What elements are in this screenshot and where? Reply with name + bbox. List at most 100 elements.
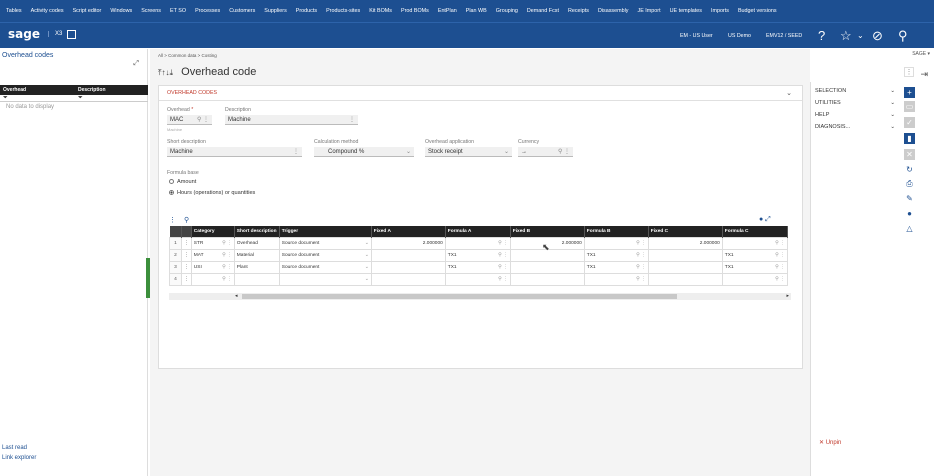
- cell-fc[interactable]: 2.000000: [647, 236, 723, 250]
- column-header[interactable]: Fixed B: [510, 226, 585, 237]
- cell-cat[interactable]: MAT ⚲ ⋮: [190, 248, 235, 262]
- last-read-link[interactable]: Last read: [2, 445, 27, 451]
- search-icon[interactable]: ⚲ ⋮: [222, 277, 232, 282]
- company-name[interactable]: US Demo: [728, 33, 751, 39]
- nav-item[interactable]: Disassembly: [598, 8, 629, 14]
- add-icon[interactable]: +: [904, 87, 915, 98]
- column-header[interactable]: Formula B: [584, 226, 649, 237]
- nav-item[interactable]: Activity codes: [31, 8, 64, 14]
- nav-item[interactable]: Receipts: [568, 8, 589, 14]
- sage-logo[interactable]: sage: [8, 27, 40, 41]
- nav-item[interactable]: Budget versions: [738, 8, 777, 14]
- nav-item[interactable]: UE templates: [670, 8, 702, 14]
- currency-field[interactable]: → ⚲ ⋮: [518, 147, 573, 157]
- search-icon[interactable]: ⚲ ⋮: [636, 241, 646, 246]
- overhead-app-select[interactable]: Stock receipt ⌄: [425, 147, 512, 157]
- exit-icon[interactable]: ⇥: [920, 69, 928, 80]
- print-icon[interactable]: ⎙: [904, 178, 915, 189]
- table-row[interactable]: 1 ⋮ STR ⚲ ⋮ Overhead Source document ⌄ 2.000000…: [169, 236, 788, 250]
- search-icon[interactable]: ⚲ ⋮: [197, 116, 209, 123]
- row-menu-icon[interactable]: ⋮: [181, 272, 192, 286]
- row-menu-icon[interactable]: ⋮: [181, 260, 192, 274]
- more-icon[interactable]: ⋮: [169, 217, 176, 224]
- cell-fa[interactable]: [370, 272, 446, 286]
- filter-icon[interactable]: ⏷: [78, 95, 83, 102]
- nav-item[interactable]: Tables: [6, 8, 22, 14]
- column-header[interactable]: Fixed A: [371, 226, 446, 237]
- row-menu-icon[interactable]: ⋮: [181, 236, 192, 250]
- scroll-left-icon[interactable]: ◂: [235, 293, 238, 299]
- short-description-field[interactable]: Machine ⋮: [167, 147, 302, 157]
- column-header[interactable]: Formula C: [722, 226, 788, 237]
- grid-options-icon[interactable]: ● ⤢: [759, 216, 771, 224]
- nav-item[interactable]: Kit BOMs: [369, 8, 392, 14]
- folder-name[interactable]: EMV12 / SEED: [766, 33, 802, 39]
- nav-item[interactable]: Plan WB: [466, 8, 487, 14]
- cell-short[interactable]: [233, 272, 280, 286]
- table-row[interactable]: 3 ⋮ USI ⚲ ⋮ Plant Source document ⌄ TX1 ⚲ ⋮ TX1 ⚲ …: [169, 260, 788, 274]
- record-nav-arrows-icon[interactable]: ⤒↑↓⤓: [158, 68, 173, 77]
- calc-method-select[interactable]: Compound % ⌄: [314, 147, 414, 157]
- horizontal-scrollbar[interactable]: ◂ ▸: [169, 293, 791, 300]
- cell-fma[interactable]: TX1 ⚲ ⋮: [444, 260, 511, 274]
- chevron-down-icon[interactable]: ⌄: [365, 253, 369, 258]
- overhead-field[interactable]: MAC ⚲ ⋮: [167, 115, 212, 125]
- nav-item[interactable]: Prod BOMs: [401, 8, 429, 14]
- search-icon[interactable]: ⚲ ⋮: [222, 253, 232, 258]
- search-icon[interactable]: ⚲: [898, 29, 908, 42]
- search-icon[interactable]: ⚲ ⋮: [636, 265, 646, 270]
- search-icon[interactable]: ⚲ ⋮: [222, 241, 232, 246]
- chevron-down-icon[interactable]: ⌄: [365, 265, 369, 270]
- nav-item[interactable]: Script editor: [73, 8, 102, 14]
- cell-fmb[interactable]: TX1 ⚲ ⋮: [583, 260, 649, 274]
- column-header[interactable]: Category: [191, 226, 235, 237]
- radio-hours[interactable]: Hours (operations) or quantities: [169, 190, 255, 196]
- more-icon[interactable]: ⋮: [349, 116, 355, 123]
- chevron-down-icon[interactable]: ⌄: [786, 89, 792, 97]
- menu-diagnosis[interactable]: DIAGNOSIS... ⌄: [815, 124, 897, 130]
- folder-badge[interactable]: SAGE ▾: [912, 51, 930, 57]
- nav-item[interactable]: Products: [296, 8, 317, 14]
- search-icon[interactable]: ⚲ ⋮: [775, 265, 785, 270]
- cell-fc[interactable]: [647, 272, 723, 286]
- cell-fa[interactable]: [370, 248, 446, 262]
- cell-fmb[interactable]: ⚲ ⋮: [583, 272, 649, 286]
- table-row[interactable]: 2 ⋮ MAT ⚲ ⋮ Material Source document ⌄ TX1 ⚲ ⋮ TX…: [169, 248, 788, 262]
- row-menu-icon[interactable]: ⋮: [181, 248, 192, 262]
- cell-fc[interactable]: [647, 248, 723, 262]
- scroll-right-icon[interactable]: ▸: [786, 293, 789, 299]
- chat-icon[interactable]: ●: [904, 208, 915, 219]
- more-icon[interactable]: ⋮: [904, 67, 914, 77]
- search-icon[interactable]: ⚲: [184, 217, 189, 224]
- chevron-down-icon[interactable]: ⌄: [504, 148, 509, 155]
- search-icon[interactable]: ⚲ ⋮: [636, 253, 646, 258]
- cell-fa[interactable]: 2.000000: [370, 236, 446, 250]
- cell-trig[interactable]: Source document ⌄: [278, 236, 372, 250]
- nav-item[interactable]: Screens: [141, 8, 161, 14]
- cell-short[interactable]: Plant: [233, 260, 280, 274]
- search-icon[interactable]: ⚲ ⋮: [775, 241, 785, 246]
- more-icon[interactable]: ⋮: [293, 148, 299, 155]
- cell-fmc[interactable]: ⚲ ⋮: [721, 236, 788, 250]
- breadcrumb[interactable]: All > Common data > Costing: [158, 53, 217, 58]
- cell-cat[interactable]: STR ⚲ ⋮: [190, 236, 235, 250]
- column-header[interactable]: Trigger: [279, 226, 372, 237]
- refresh-icon[interactable]: ↻: [904, 164, 915, 175]
- cell-trig[interactable]: Source document ⌄: [278, 248, 372, 262]
- cell-trig[interactable]: Source document ⌄: [278, 260, 372, 274]
- nav-item[interactable]: Windows: [110, 8, 132, 14]
- nav-item[interactable]: Imports: [711, 8, 729, 14]
- nav-item[interactable]: Grouping: [496, 8, 518, 14]
- delete-icon[interactable]: ▮: [904, 133, 915, 144]
- search-icon[interactable]: ⚲ ⋮: [498, 253, 508, 258]
- cell-fma[interactable]: ⚲ ⋮: [444, 236, 511, 250]
- nav-item[interactable]: Demand Fcst: [527, 8, 559, 14]
- search-icon[interactable]: ⚲ ⋮: [222, 265, 232, 270]
- cell-fmc[interactable]: ⚲ ⋮: [721, 272, 788, 286]
- search-icon[interactable]: ⚲ ⋮: [498, 277, 508, 282]
- expand-icon[interactable]: ⤢: [133, 60, 139, 68]
- user-name[interactable]: EM - US User: [680, 33, 713, 39]
- column-header[interactable]: Formula A: [445, 226, 511, 237]
- nav-item[interactable]: Products-sites: [326, 8, 360, 14]
- cell-fa[interactable]: [370, 260, 446, 274]
